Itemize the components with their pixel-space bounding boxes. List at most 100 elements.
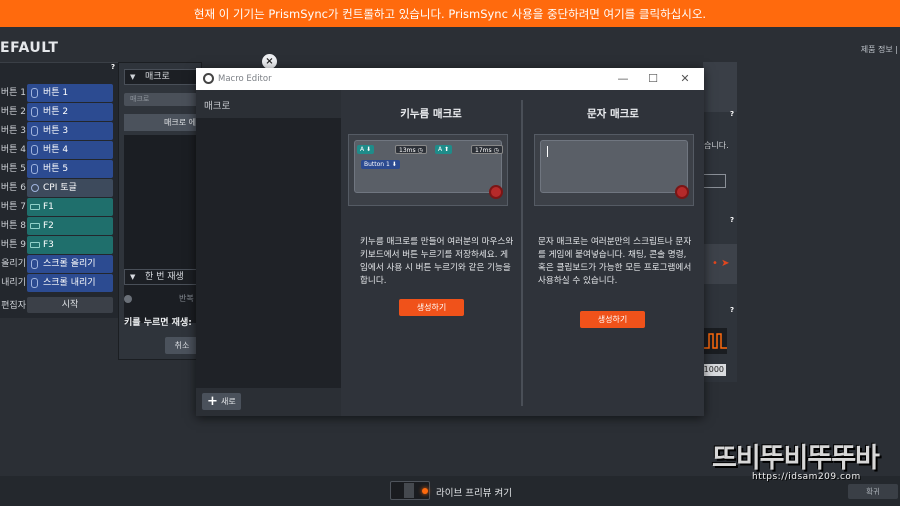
button-row-label: 내리기: [1, 278, 26, 288]
record-icon: [675, 185, 689, 199]
text-caret-icon: [547, 146, 548, 157]
button-row-label: 버튼 1: [0, 88, 26, 98]
live-indicator-icon: [422, 488, 428, 494]
settings-input[interactable]: [703, 174, 726, 188]
keyboard-icon: [30, 242, 40, 248]
mouse-icon: [31, 278, 38, 288]
help-icon[interactable]: ?: [730, 110, 734, 118]
button-row-label: 버튼 9: [0, 240, 26, 250]
button-assignment-panel: ? 버튼 1 버튼 1 버튼 2 버튼 2 버튼 3 버튼 3 버튼 4 버튼 …: [0, 62, 120, 318]
key-down-chip: A ⬇: [357, 145, 375, 154]
button-assignment[interactable]: CPI 토글: [27, 179, 113, 197]
watermark-url: https://idsam209.com: [752, 472, 861, 482]
macro-type-select[interactable]: ▼ 매크로: [124, 69, 202, 85]
record-icon: [489, 185, 503, 199]
button-row-label: 버튼 4: [0, 145, 26, 155]
button-assignment[interactable]: 스크롤 내리기: [27, 274, 113, 292]
macro-editor-window: Macro Editor — ☐ ✕ 매크로 + 새로 키누름 매크로 A ⬇ 1…: [196, 68, 704, 416]
button-row: 버튼 7 F1: [0, 198, 118, 216]
button-row: 버튼 2 버튼 2: [0, 103, 118, 121]
watermark-logo: 뜨비뚜비뚜뚜바: [712, 443, 880, 474]
macro-list[interactable]: [196, 118, 341, 388]
button-row: 버튼 3 버튼 3: [0, 122, 118, 140]
text-preview-inner: [540, 140, 688, 193]
start-button[interactable]: 시작: [27, 297, 113, 313]
button-row: 버튼 4 버튼 4: [0, 141, 118, 159]
button-row-label: 버튼 7: [0, 202, 26, 212]
button-row: 버튼 9 F3: [0, 236, 118, 254]
button-row: 버튼 5 버튼 5: [0, 160, 118, 178]
mouse-icon: [31, 107, 38, 117]
button-assignment[interactable]: 버튼 2: [27, 103, 113, 121]
button-row: 버튼 6 CPI 토글: [0, 179, 118, 197]
button-assignment[interactable]: 스크롤 올리기: [27, 255, 113, 273]
button-assignment[interactable]: 버튼 1: [27, 84, 113, 102]
keystroke-preview-inner: A ⬇ 13ms ◷ A ⬆ 17ms ◷ Button 1 ⬇: [354, 140, 503, 193]
button-row-label: 버튼 6: [0, 183, 26, 193]
help-icon[interactable]: ?: [730, 216, 734, 224]
cpi-icon: [31, 184, 39, 192]
playback-mode-select[interactable]: ▼ 한 번 재생: [124, 269, 202, 285]
create-keystroke-macro-button[interactable]: 생성하기: [399, 299, 464, 316]
polling-rate-value[interactable]: 1000: [703, 364, 726, 376]
waveform-graph: [703, 328, 727, 354]
live-preview-label: 라이브 프리뷰 켜기: [436, 488, 512, 499]
button-row: 올리기 스크롤 올리기: [0, 255, 118, 273]
macro-search-input[interactable]: 매크로: [124, 93, 202, 106]
keyboard-icon: [30, 223, 40, 229]
button-row: 버튼 1 버튼 1: [0, 84, 118, 102]
button-assignment[interactable]: 버튼 4: [27, 141, 113, 159]
button-assignment[interactable]: 버튼 3: [27, 122, 113, 140]
product-info-link[interactable]: 제품 정보 |: [861, 44, 898, 55]
button-row-label: 버튼 2: [0, 107, 26, 117]
button-row: 내리기 스크롤 내리기: [0, 274, 118, 292]
settings-header-box: [703, 62, 737, 112]
maximize-icon[interactable]: ☐: [638, 68, 668, 90]
plus-icon: +: [207, 394, 218, 409]
info-icon: [124, 295, 132, 303]
control-banner[interactable]: 현재 이 기기는 PrismSync가 컨트롤하고 있습니다. PrismSyn…: [0, 0, 900, 27]
mouse-icon: [31, 126, 38, 136]
button-row-label: 버튼 3: [0, 126, 26, 136]
button-assignment[interactable]: 버튼 5: [27, 160, 113, 178]
new-macro-button[interactable]: + 새로: [202, 393, 241, 410]
help-icon[interactable]: ?: [730, 306, 734, 314]
keyboard-icon: [30, 204, 40, 210]
app-logo-icon: [203, 73, 214, 84]
section-title: 문자 매크로: [587, 108, 639, 120]
editor-titlebar[interactable]: Macro Editor — ☐ ✕: [196, 68, 704, 90]
button-row: 버튼 8 F2: [0, 217, 118, 235]
close-icon[interactable]: ×: [262, 54, 277, 69]
cancel-button[interactable]: 취소: [165, 337, 199, 354]
section-description: 문자 매크로는 여러분만의 스크립트나 문자를 게임에 붙여넣습니다. 채팅, …: [538, 237, 692, 286]
macro-sidebar: 매크로 + 새로: [196, 90, 341, 416]
watermark: 뜨비뚜비뚜뚜바 https://idsam209.com: [712, 436, 898, 490]
settings-partial-text: 습니다.: [704, 141, 729, 150]
dropdown-arrow-icon: ▼: [130, 273, 136, 281]
live-preview-toggle[interactable]: [390, 481, 430, 500]
editor-label: 편집자: [1, 301, 26, 311]
help-icon[interactable]: ?: [111, 63, 115, 71]
minimize-icon[interactable]: —: [608, 68, 638, 90]
mouse-button-chip: Button 1 ⬇: [361, 160, 400, 169]
section-title: 키누름 매크로: [400, 108, 462, 120]
mouse-icon: [31, 88, 38, 98]
keystroke-preview: A ⬇ 13ms ◷ A ⬆ 17ms ◷ Button 1 ⬇: [348, 134, 508, 206]
dropdown-arrow-icon: ▼: [130, 73, 136, 81]
button-assignment[interactable]: F2: [27, 217, 113, 235]
key-up-chip: A ⬆: [435, 145, 453, 154]
trigger-label: 키를 누르면 재생:: [124, 318, 192, 328]
mouse-icon: [31, 145, 38, 155]
create-text-macro-button[interactable]: 생성하기: [580, 311, 645, 328]
toggle-knob: [404, 483, 414, 498]
text-preview: [534, 134, 694, 206]
button-row-label: 버튼 5: [0, 164, 26, 174]
waveform-icon: [703, 333, 727, 349]
editor-start-row: 편집자 시작: [0, 297, 118, 315]
cursor-icon: • ➤: [712, 258, 730, 269]
repeat-mode-label: 반복: [179, 294, 194, 303]
button-assignment[interactable]: F3: [27, 236, 113, 254]
button-assignment[interactable]: F1: [27, 198, 113, 216]
window-close-icon[interactable]: ✕: [670, 68, 700, 90]
macro-editor-button[interactable]: 매크로 에: [124, 114, 202, 131]
